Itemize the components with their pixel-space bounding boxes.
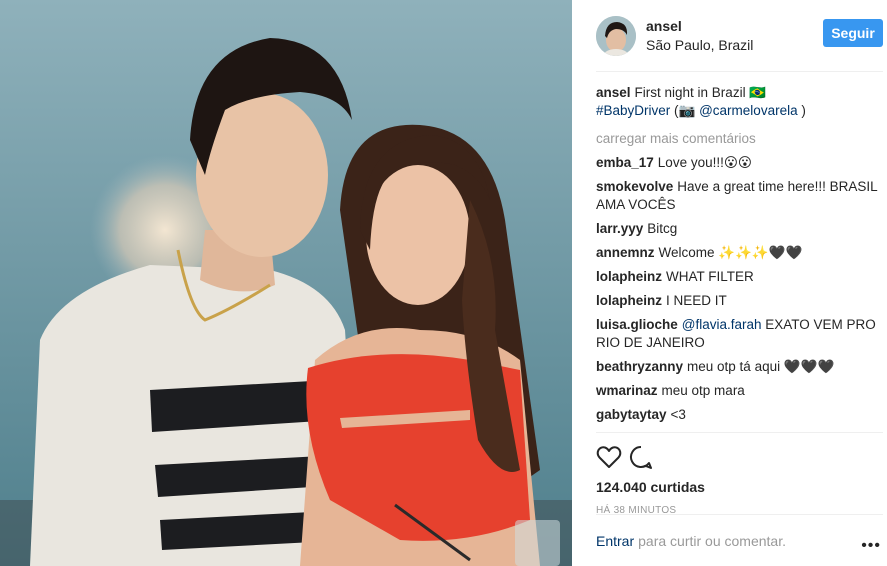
instagram-post: ansel São Paulo, Brazil Seguir ansel Firs… (0, 0, 887, 566)
caption-hashtag[interactable]: #BabyDriver (596, 103, 670, 118)
comment: beathryzanny meu otp tá aqui 🖤🖤🖤 (596, 358, 883, 376)
post-header: ansel São Paulo, Brazil Seguir (596, 0, 883, 72)
comment: lolapheinz I NEED IT (596, 292, 883, 310)
comment: emba_17 Love you!!!😮😮 (596, 154, 883, 172)
add-comment-bar: Entrar para curtir ou comentar. ••• (596, 514, 883, 566)
post-author-username[interactable]: ansel (646, 18, 753, 34)
caption-username[interactable]: ansel (596, 85, 631, 100)
post-actions (596, 437, 883, 477)
photo-illustration (0, 0, 572, 566)
comment: annemnz Welcome ✨✨✨🖤🖤 (596, 244, 883, 262)
comment-text: meu otp mara (661, 383, 745, 398)
comment: gabytaytay <3 (596, 406, 883, 424)
comment-username[interactable]: larr.yyy (596, 221, 643, 236)
caption: ansel First night in Brazil 🇧🇷 #BabyDrive… (596, 84, 883, 120)
caption-credit-open: (📷 (670, 103, 700, 118)
post-photo[interactable] (0, 0, 572, 566)
caption-text: First night in Brazil 🇧🇷 (634, 85, 767, 100)
comment-username[interactable]: luisa.glioche (596, 317, 678, 332)
comment-text: Bitcg (647, 221, 678, 236)
comment-text: meu otp tá aqui 🖤🖤🖤 (687, 359, 835, 374)
like-button[interactable] (596, 441, 628, 473)
avatar-image (596, 15, 636, 56)
comment-username[interactable]: beathryzanny (596, 359, 683, 374)
comment-text: I NEED IT (666, 293, 727, 308)
comment-text: <3 (670, 407, 686, 422)
comment-bubble-icon (630, 446, 652, 469)
comment: smokevolve Have a great time here!!! BRAS… (596, 178, 883, 214)
comment: wmarinaz meu otp mara (596, 382, 883, 400)
comment-username[interactable]: emba_17 (596, 155, 654, 170)
comment-text: Love you!!!😮😮 (657, 155, 752, 170)
comment-username[interactable]: wmarinaz (596, 383, 658, 398)
login-link[interactable]: Entrar (596, 533, 634, 549)
avatar[interactable] (596, 15, 636, 56)
follow-button[interactable]: Seguir (823, 19, 883, 47)
comment: luisa.glioche @flavia.farah EXATO VEM PRO… (596, 316, 883, 352)
comment-username[interactable]: lolapheinz (596, 269, 662, 284)
divider (596, 432, 883, 433)
load-more-comments[interactable]: carregar mais comentários (596, 130, 883, 148)
comment-mention[interactable]: @flavia.farah (682, 317, 762, 332)
comment-username[interactable]: annemnz (596, 245, 655, 260)
post-location[interactable]: São Paulo, Brazil (646, 37, 753, 53)
comments-list: ansel First night in Brazil 🇧🇷 #BabyDrive… (596, 72, 883, 424)
comment: lolapheinz WHAT FILTER (596, 268, 883, 286)
comment-text: Welcome ✨✨✨🖤🖤 (658, 245, 803, 260)
likes-count[interactable]: 124.040 curtidas (596, 479, 883, 495)
ellipsis-icon[interactable]: ••• (861, 537, 881, 555)
caption-credit-close: ) (797, 103, 806, 118)
comment-button[interactable] (628, 441, 660, 473)
comment-username[interactable]: lolapheinz (596, 293, 662, 308)
caption-mention[interactable]: @carmelovarela (699, 103, 798, 118)
heart-icon (596, 446, 622, 468)
comment-username[interactable]: smokevolve (596, 179, 673, 194)
comment: larr.yyy Bitcg (596, 220, 883, 238)
post-side-panel: ansel São Paulo, Brazil Seguir ansel Firs… (572, 0, 887, 566)
comment-text: WHAT FILTER (666, 269, 754, 284)
comment-username[interactable]: gabytaytay (596, 407, 667, 422)
add-comment-prompt: para curtir ou comentar. (638, 532, 786, 549)
